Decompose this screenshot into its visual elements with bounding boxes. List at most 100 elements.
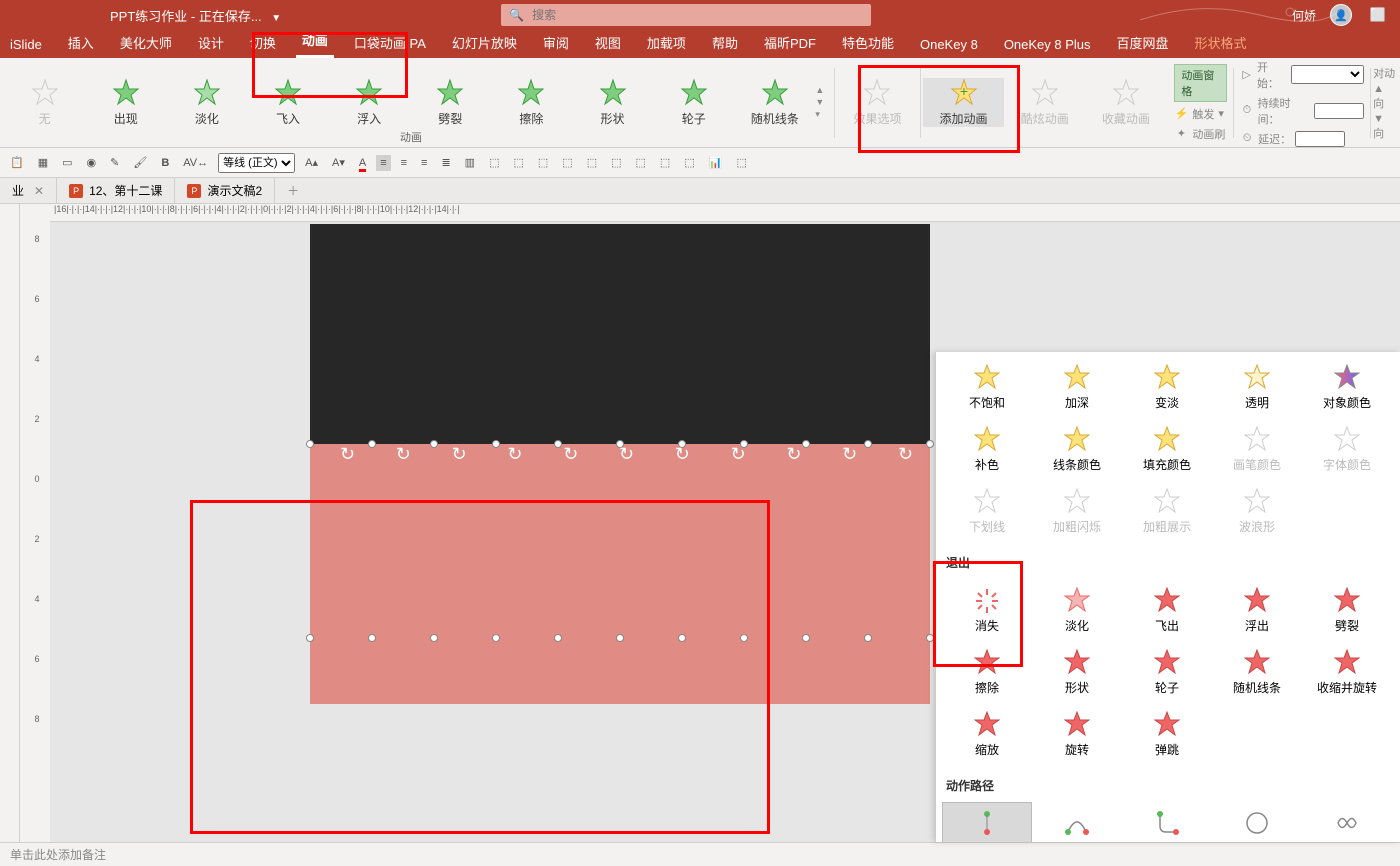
qat-btn[interactable]: ▦ [34,154,52,171]
align-right-button[interactable]: ≡ [417,155,431,171]
anim-floatin[interactable]: 浮入 [329,78,410,127]
path-shape[interactable]: 形状 [1212,802,1302,842]
qat-btn[interactable]: ▭ [58,154,76,171]
doc-tab-1[interactable]: P12、第十二课 [57,178,175,203]
font-shrink-button[interactable]: A▾ [328,154,349,171]
exit-shrink-turn[interactable]: 收缩并旋转 [1302,641,1392,703]
qat-btn[interactable]: ⬚ [509,154,527,171]
emph-fill-color[interactable]: 填充颜色 [1122,418,1212,480]
tab-beautify[interactable]: 美化大师 [114,29,178,58]
qat-btn[interactable]: 📋 [6,154,28,171]
tab-transition[interactable]: 切换 [244,29,282,58]
tab-addins[interactable]: 加载项 [641,29,692,58]
emph-desaturate[interactable]: 不饱和 [942,356,1032,418]
bold-button[interactable]: B [157,155,173,171]
columns-button[interactable]: ▥ [461,154,479,171]
trigger-button[interactable]: ⚡触发 ▾ [1170,105,1231,123]
anim-random-bars[interactable]: 随机线条 [734,78,815,127]
title-dropdown-icon[interactable]: ▼ [271,13,281,24]
tab-design[interactable]: 设计 [192,29,230,58]
notes-pane[interactable]: 单击此处添加备注 [0,842,1400,866]
exit-disappear[interactable]: 消失 [942,579,1032,641]
qat-btn[interactable]: ⬚ [656,154,674,171]
exit-bounce[interactable]: 弹跳 [1122,703,1212,765]
align-justify-button[interactable]: ≣ [437,154,454,171]
tab-review[interactable]: 审阅 [537,29,575,58]
emph-object-color[interactable]: 对象颜色 [1302,356,1392,418]
ribbon-display-button[interactable]: ⬜ [1366,5,1390,25]
align-left-button[interactable]: ≡ [376,155,390,171]
qat-btn[interactable]: ⬚ [732,154,750,171]
anim-shape[interactable]: 形状 [572,78,653,127]
fav-anim-button[interactable]: 收藏动画 [1085,78,1166,127]
anim-wipe[interactable]: 擦除 [491,78,572,127]
animation-pane-button[interactable]: 动画窗格 [1174,64,1227,102]
timing-delay[interactable]: ⏲延迟： [1236,130,1368,148]
timing-start[interactable]: ▷开始： [1236,58,1368,92]
align-center-button[interactable]: ≡ [397,155,411,171]
tab-insert[interactable]: 插入 [62,29,100,58]
tab-baidu[interactable]: 百度网盘 [1111,29,1175,58]
tab-islide[interactable]: iSlide [4,33,48,58]
anim-painter-button[interactable]: ✦动画刷 [1170,125,1231,143]
path-loop[interactable]: 循环 [1302,802,1392,842]
add-animation-button[interactable]: +添加动画 [923,78,1004,127]
anim-fade[interactable]: 淡化 [166,78,247,127]
tab-slideshow[interactable]: 幻灯片放映 [446,29,523,58]
qat-btn[interactable]: ⬚ [534,154,552,171]
qat-btn[interactable]: ⬚ [485,154,503,171]
timing-duration[interactable]: ⏱持续时间： [1236,94,1368,128]
qat-btn[interactable]: ⬚ [632,154,650,171]
cool-anim-button[interactable]: 酷炫动画 [1004,78,1085,127]
font-select[interactable]: 等线 (正文) [218,153,295,173]
user-avatar[interactable]: 👤 [1330,4,1352,26]
qat-btn[interactable]: ⬚ [680,154,698,171]
qat-btn[interactable]: ⬚ [607,154,625,171]
font-grow-button[interactable]: A▴ [301,154,322,171]
anim-wheel[interactable]: 轮子 [653,78,734,127]
emph-transparent[interactable]: 透明 [1212,356,1302,418]
qat-btn[interactable]: ⬚ [558,154,576,171]
anim-gallery-scroll[interactable]: ▲▼▾ [815,85,832,120]
anim-split[interactable]: 劈裂 [410,78,491,127]
anim-flyin[interactable]: 飞入 [247,78,328,127]
exit-shape[interactable]: 形状 [1032,641,1122,703]
tab-help[interactable]: 帮助 [706,29,744,58]
path-line[interactable]: 直线 [942,802,1032,842]
emph-complement[interactable]: 补色 [942,418,1032,480]
selected-shapes[interactable] [310,444,930,704]
tab-pocket-anim[interactable]: 口袋动画 PA [348,29,432,58]
tab-foxit[interactable]: 福昕PDF [758,29,822,58]
search-box[interactable]: 🔍 [501,4,871,26]
slide[interactable]: ↻↻↻↻↻↻↻↻↻↻↻ [310,224,930,704]
path-turn[interactable]: 转弯 [1122,802,1212,842]
exit-random-bars[interactable]: 随机线条 [1212,641,1302,703]
qat-btn[interactable]: ◉ [83,154,101,171]
anim-none[interactable]: 无 [4,78,85,127]
exit-split[interactable]: 劈裂 [1302,579,1392,641]
anim-appear[interactable]: 出现 [85,78,166,127]
qat-btn[interactable]: ⬚ [583,154,601,171]
new-doc-button[interactable]: ＋ [275,178,311,203]
emph-line-color[interactable]: 线条颜色 [1032,418,1122,480]
tab-onekey8plus[interactable]: OneKey 8 Plus [998,33,1097,58]
exit-fade[interactable]: 淡化 [1032,579,1122,641]
effect-options-button[interactable]: 效果选项 [837,78,918,127]
exit-zoom[interactable]: 缩放 [942,703,1032,765]
doc-tab-0[interactable]: 业✕ [0,178,57,203]
exit-wheel[interactable]: 轮子 [1122,641,1212,703]
tab-onekey8[interactable]: OneKey 8 [914,33,984,58]
close-icon[interactable]: ✕ [34,184,44,198]
font-color-button[interactable]: A [355,155,370,171]
qat-btn[interactable]: 🖌 [129,154,151,171]
exit-spin[interactable]: 旋转 [1032,703,1122,765]
char-spacing-button[interactable]: AV↔ [179,155,212,171]
qat-btn[interactable]: ✎ [106,154,123,171]
exit-floatout[interactable]: 浮出 [1212,579,1302,641]
tab-view[interactable]: 视图 [589,29,627,58]
doc-tab-2[interactable]: P演示文稿2 [175,178,275,203]
tab-animation[interactable]: 动画 [296,26,334,58]
tab-shape-format[interactable]: 形状格式 [1189,29,1253,58]
tab-special[interactable]: 特色功能 [836,29,900,58]
exit-wipe[interactable]: 擦除 [942,641,1032,703]
